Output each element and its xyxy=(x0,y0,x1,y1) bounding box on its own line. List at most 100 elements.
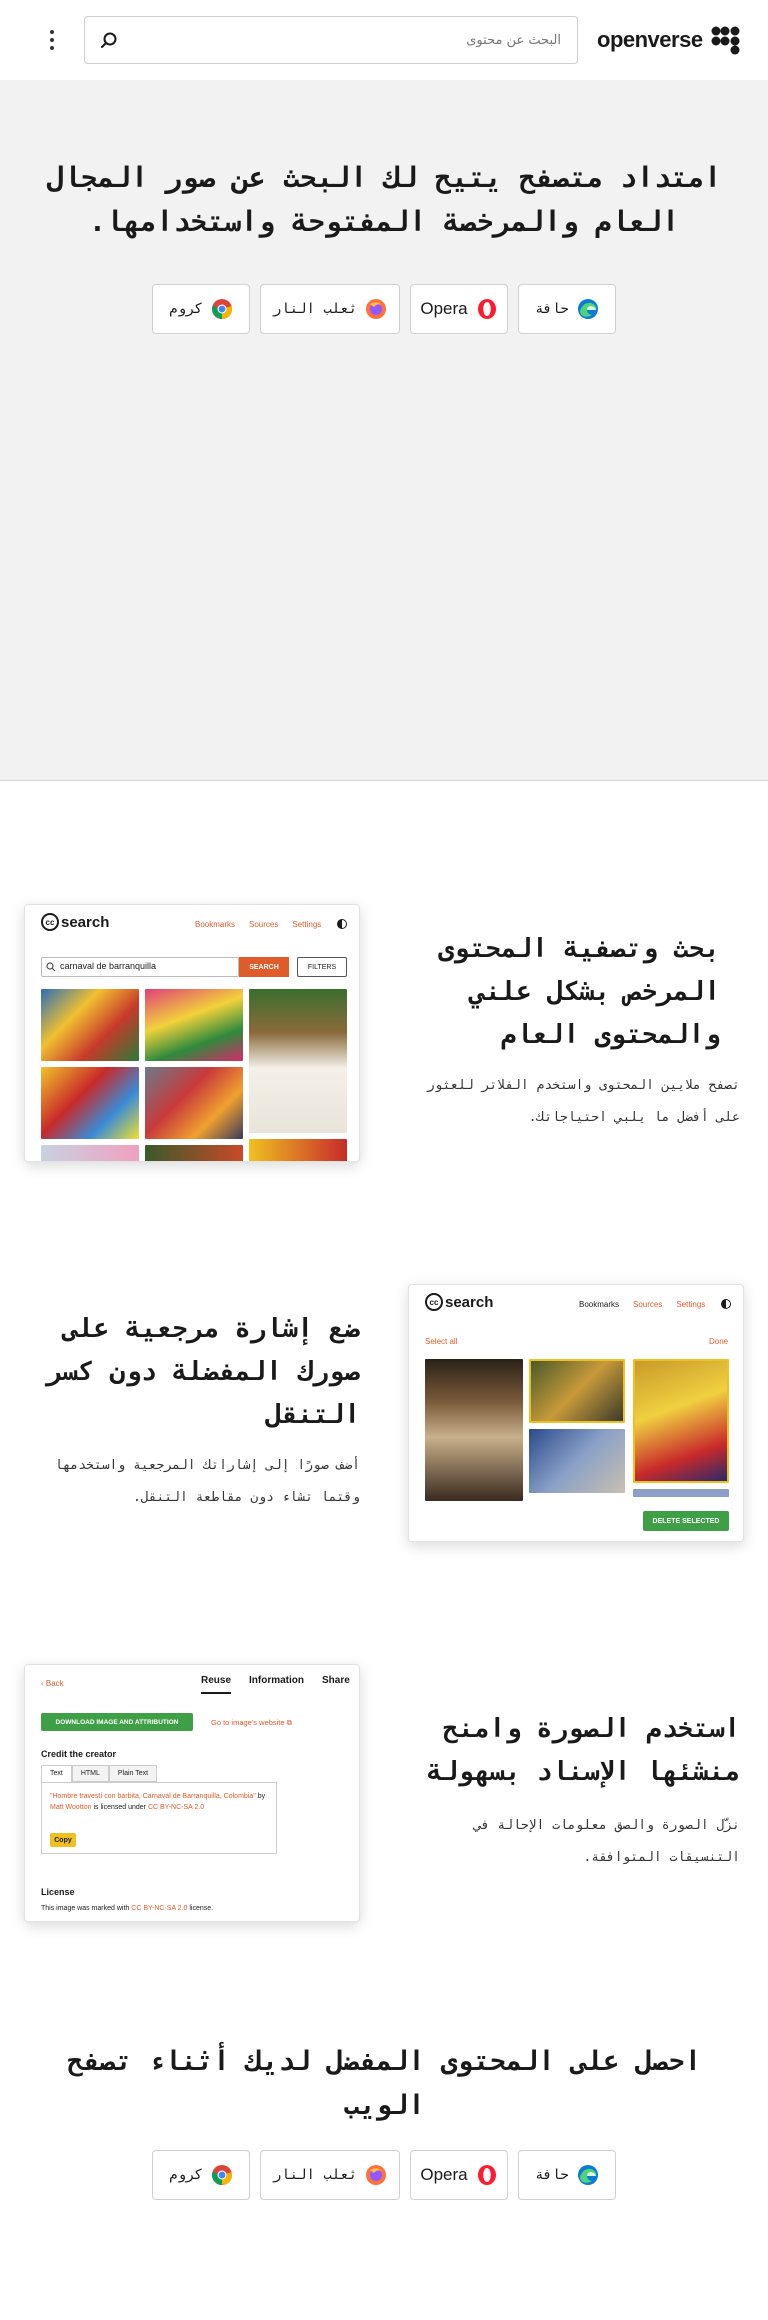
license-text-post: license. xyxy=(189,1905,214,1912)
goto-label: Go to image's website xyxy=(211,1718,285,1727)
chrome-button[interactable]: كروم xyxy=(152,284,250,334)
browser-label: ثعلب النار xyxy=(272,2167,358,2183)
bookmarked-image[interactable] xyxy=(425,1359,523,1501)
result-image[interactable] xyxy=(145,989,243,1061)
back-label: Back xyxy=(45,1679,64,1688)
cc-icon: cc xyxy=(425,1293,443,1311)
mini-nav: Bookmarks Sources Settings xyxy=(195,920,321,929)
feature2-desc: أضف صورًا إلى إشاراتك المرجعية واستخدمها… xyxy=(54,1458,360,1505)
format-tab-plain[interactable]: Plain Text xyxy=(108,1765,158,1782)
theme-toggle-icon[interactable] xyxy=(337,919,347,929)
hero-title: امتداد متصفح يتيح لك البحث عن صور المجال… xyxy=(46,161,722,238)
mini-nav: Bookmarks Sources Settings xyxy=(579,1300,705,1309)
goto-website-link[interactable]: Go to image's website ⧉ xyxy=(211,1718,292,1728)
attribution-title[interactable]: "Hombre travestí con barbita, Carnaval d… xyxy=(50,1793,256,1800)
chrome-icon xyxy=(211,2165,232,2186)
browser-label: كروم xyxy=(169,2167,203,2183)
tab-information[interactable]: Information xyxy=(249,1675,304,1694)
result-image[interactable] xyxy=(41,989,139,1061)
attribution-license[interactable]: CC BY-NC-SA 2.0 xyxy=(148,1804,204,1811)
search-icon[interactable] xyxy=(99,31,119,51)
copy-button[interactable]: Copy xyxy=(50,1833,76,1847)
opera-icon xyxy=(477,2165,496,2185)
browser-label: حافة xyxy=(535,2167,569,2183)
nav-settings[interactable]: Settings xyxy=(292,920,321,929)
feature1-title: بحث وتصفية المحتوى المرخص بشكل علني والم… xyxy=(438,934,720,1050)
cc-search-logo: cc search xyxy=(425,1293,493,1311)
attribution-by: by xyxy=(257,1793,266,1800)
bookmarked-image-selected[interactable] xyxy=(633,1359,729,1483)
site-header: openverse xyxy=(0,0,768,80)
external-link-icon: ⧉ xyxy=(286,1718,293,1727)
nav-bookmarks[interactable]: Bookmarks xyxy=(579,1300,619,1309)
browser-label: كروم xyxy=(169,301,203,317)
result-image[interactable] xyxy=(249,1139,347,1161)
firefox-icon xyxy=(366,2165,387,2185)
cc-icon: cc xyxy=(41,913,59,931)
result-image[interactable] xyxy=(145,1145,243,1161)
reuse-screenshot: ‹ Back Reuse Information Share DOWNLOAD … xyxy=(24,1664,360,1922)
tab-share[interactable]: Share xyxy=(322,1675,350,1694)
result-image[interactable] xyxy=(249,989,347,1133)
logo-text: openverse xyxy=(597,27,703,52)
opera-button[interactable]: Opera xyxy=(410,2150,508,2200)
browser-label: Opera xyxy=(420,2165,468,2184)
cc-logo-word: search xyxy=(61,913,110,931)
cta-browser-row: كروم ثعلب النار Opera حافة xyxy=(0,2150,768,2200)
search-bar[interactable] xyxy=(84,16,578,64)
back-link[interactable]: ‹ Back xyxy=(41,1679,64,1688)
hero-section: امتداد متصفح يتيح لك البحث عن صور المجال… xyxy=(0,80,768,781)
nav-sources[interactable]: Sources xyxy=(633,1300,662,1309)
result-image[interactable] xyxy=(145,1067,243,1139)
mini-filters-button[interactable]: FILTERS xyxy=(297,957,347,977)
license-text-pre: This image was marked with xyxy=(41,1905,130,1912)
firefox-button[interactable]: ثعلب النار xyxy=(260,2150,400,2200)
license-heading: License xyxy=(41,1887,75,1897)
mini-search-input[interactable]: carnaval de barranquilla xyxy=(41,957,239,977)
search-input[interactable] xyxy=(121,27,561,53)
format-tab-html[interactable]: HTML xyxy=(71,1765,109,1782)
download-button[interactable]: DOWNLOAD IMAGE AND ATTRIBUTION xyxy=(41,1713,193,1731)
feature1-desc: تصفح ملايين المحتوى واستخدم الفلاتر للعث… xyxy=(426,1078,740,1125)
bookmarked-image[interactable] xyxy=(633,1489,729,1497)
browser-label: حافة xyxy=(535,301,569,317)
edge-button[interactable]: حافة xyxy=(518,2150,616,2200)
feature3-title: استخدم الصورة وامنح منشئها الإسناد بسهول… xyxy=(426,1714,740,1787)
chrome-icon xyxy=(211,299,232,320)
search-screenshot: cc search Bookmarks Sources Settings car… xyxy=(24,904,360,1162)
license-link[interactable]: CC BY-NC-SA 2.0 xyxy=(131,1905,187,1912)
nav-settings[interactable]: Settings xyxy=(676,1300,705,1309)
bookmarked-image-selected[interactable] xyxy=(529,1359,625,1423)
select-all-link[interactable]: Select all xyxy=(425,1337,457,1346)
opera-icon xyxy=(477,299,496,319)
nav-sources[interactable]: Sources xyxy=(249,920,278,929)
format-tabs: Text HTML Plain Text xyxy=(41,1765,158,1782)
attribution-box: "Hombre travestí con barbita, Carnaval d… xyxy=(41,1782,277,1854)
result-image[interactable] xyxy=(41,1145,139,1161)
firefox-button[interactable]: ثعلب النار xyxy=(260,284,400,334)
opera-button[interactable]: Opera xyxy=(410,284,508,334)
result-image[interactable] xyxy=(41,1067,139,1139)
browser-label: ثعلب النار xyxy=(272,301,358,317)
delete-selected-button[interactable]: DELETE SELECTED xyxy=(643,1511,729,1531)
cc-logo-word: search xyxy=(445,1293,494,1311)
done-link[interactable]: Done xyxy=(709,1337,728,1346)
theme-toggle-icon[interactable] xyxy=(721,1299,731,1309)
attribution-mid: is licensed under xyxy=(93,1804,146,1811)
chrome-button[interactable]: كروم xyxy=(152,2150,250,2200)
edge-icon xyxy=(577,299,598,319)
browser-label: Opera xyxy=(420,299,468,318)
tab-reuse[interactable]: Reuse xyxy=(201,1675,232,1694)
mini-search-button[interactable]: SEARCH xyxy=(239,957,289,977)
attribution-author[interactable]: Matt Wootton xyxy=(50,1804,92,1811)
bookmarked-image[interactable] xyxy=(529,1429,625,1493)
firefox-icon xyxy=(366,299,387,319)
openverse-logo[interactable]: openverse xyxy=(597,24,741,56)
edge-icon xyxy=(577,2165,598,2185)
edge-button[interactable]: حافة xyxy=(518,284,616,334)
nav-bookmarks[interactable]: Bookmarks xyxy=(195,920,235,929)
search-icon xyxy=(46,962,56,972)
cta-title: احصل على المحتوى المفضل لديك أثناء تصفح … xyxy=(67,2046,701,2121)
format-tab-text[interactable]: Text xyxy=(41,1765,72,1782)
kebab-menu-icon[interactable] xyxy=(40,26,64,54)
